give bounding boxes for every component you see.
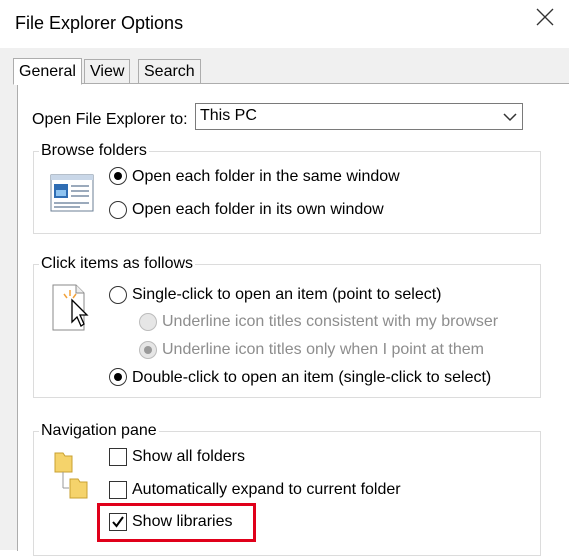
auto-expand-label[interactable]: Automatically expand to current folder — [132, 481, 401, 499]
radio-double-click[interactable] — [109, 368, 127, 386]
click-items-title: Click items as follows — [39, 255, 196, 273]
underline-browser-label: Underline icon titles consistent with my… — [162, 313, 499, 330]
radio-underline-point[interactable] — [139, 341, 157, 359]
window-title: File Explorer Options — [15, 13, 184, 33]
double-click-label[interactable]: Double-click to open an item (single-cli… — [132, 369, 491, 387]
tab-view[interactable]: View — [84, 59, 131, 83]
own-window-label[interactable]: Open each folder in its own window — [132, 201, 384, 219]
tab-general[interactable]: General — [13, 58, 82, 85]
auto-expand-checkbox[interactable] — [109, 481, 127, 499]
tab-search[interactable]: Search — [138, 59, 201, 83]
underline-point-label: Underline icon titles only when I point … — [162, 341, 484, 358]
pointer-click-icon — [52, 284, 92, 337]
show-all-folders-label[interactable]: Show all folders — [132, 448, 245, 466]
open-to-label: Open File Explorer to: — [32, 111, 188, 128]
browse-folders-title: Browse folders — [39, 142, 149, 160]
close-button[interactable] — [532, 4, 558, 30]
radio-same-window[interactable] — [109, 167, 127, 185]
radio-single-click[interactable] — [109, 286, 127, 304]
same-window-label[interactable]: Open each folder in the same window — [132, 168, 400, 186]
open-to-dropdown[interactable]: This PC — [195, 103, 523, 130]
open-to-value: This PC — [200, 107, 257, 124]
show-all-folders-checkbox[interactable] — [109, 448, 127, 466]
radio-underline-browser[interactable] — [139, 313, 157, 331]
chevron-down-icon — [502, 110, 518, 129]
folder-tree-icon — [52, 450, 92, 507]
radio-own-window[interactable] — [109, 201, 127, 219]
close-icon — [532, 4, 558, 30]
browse-folders-icon — [50, 174, 94, 219]
highlight-box — [97, 503, 256, 542]
single-click-label[interactable]: Single-click to open an item (point to s… — [132, 286, 441, 304]
navigation-pane-title: Navigation pane — [39, 422, 159, 440]
browse-folders-group — [33, 151, 541, 234]
